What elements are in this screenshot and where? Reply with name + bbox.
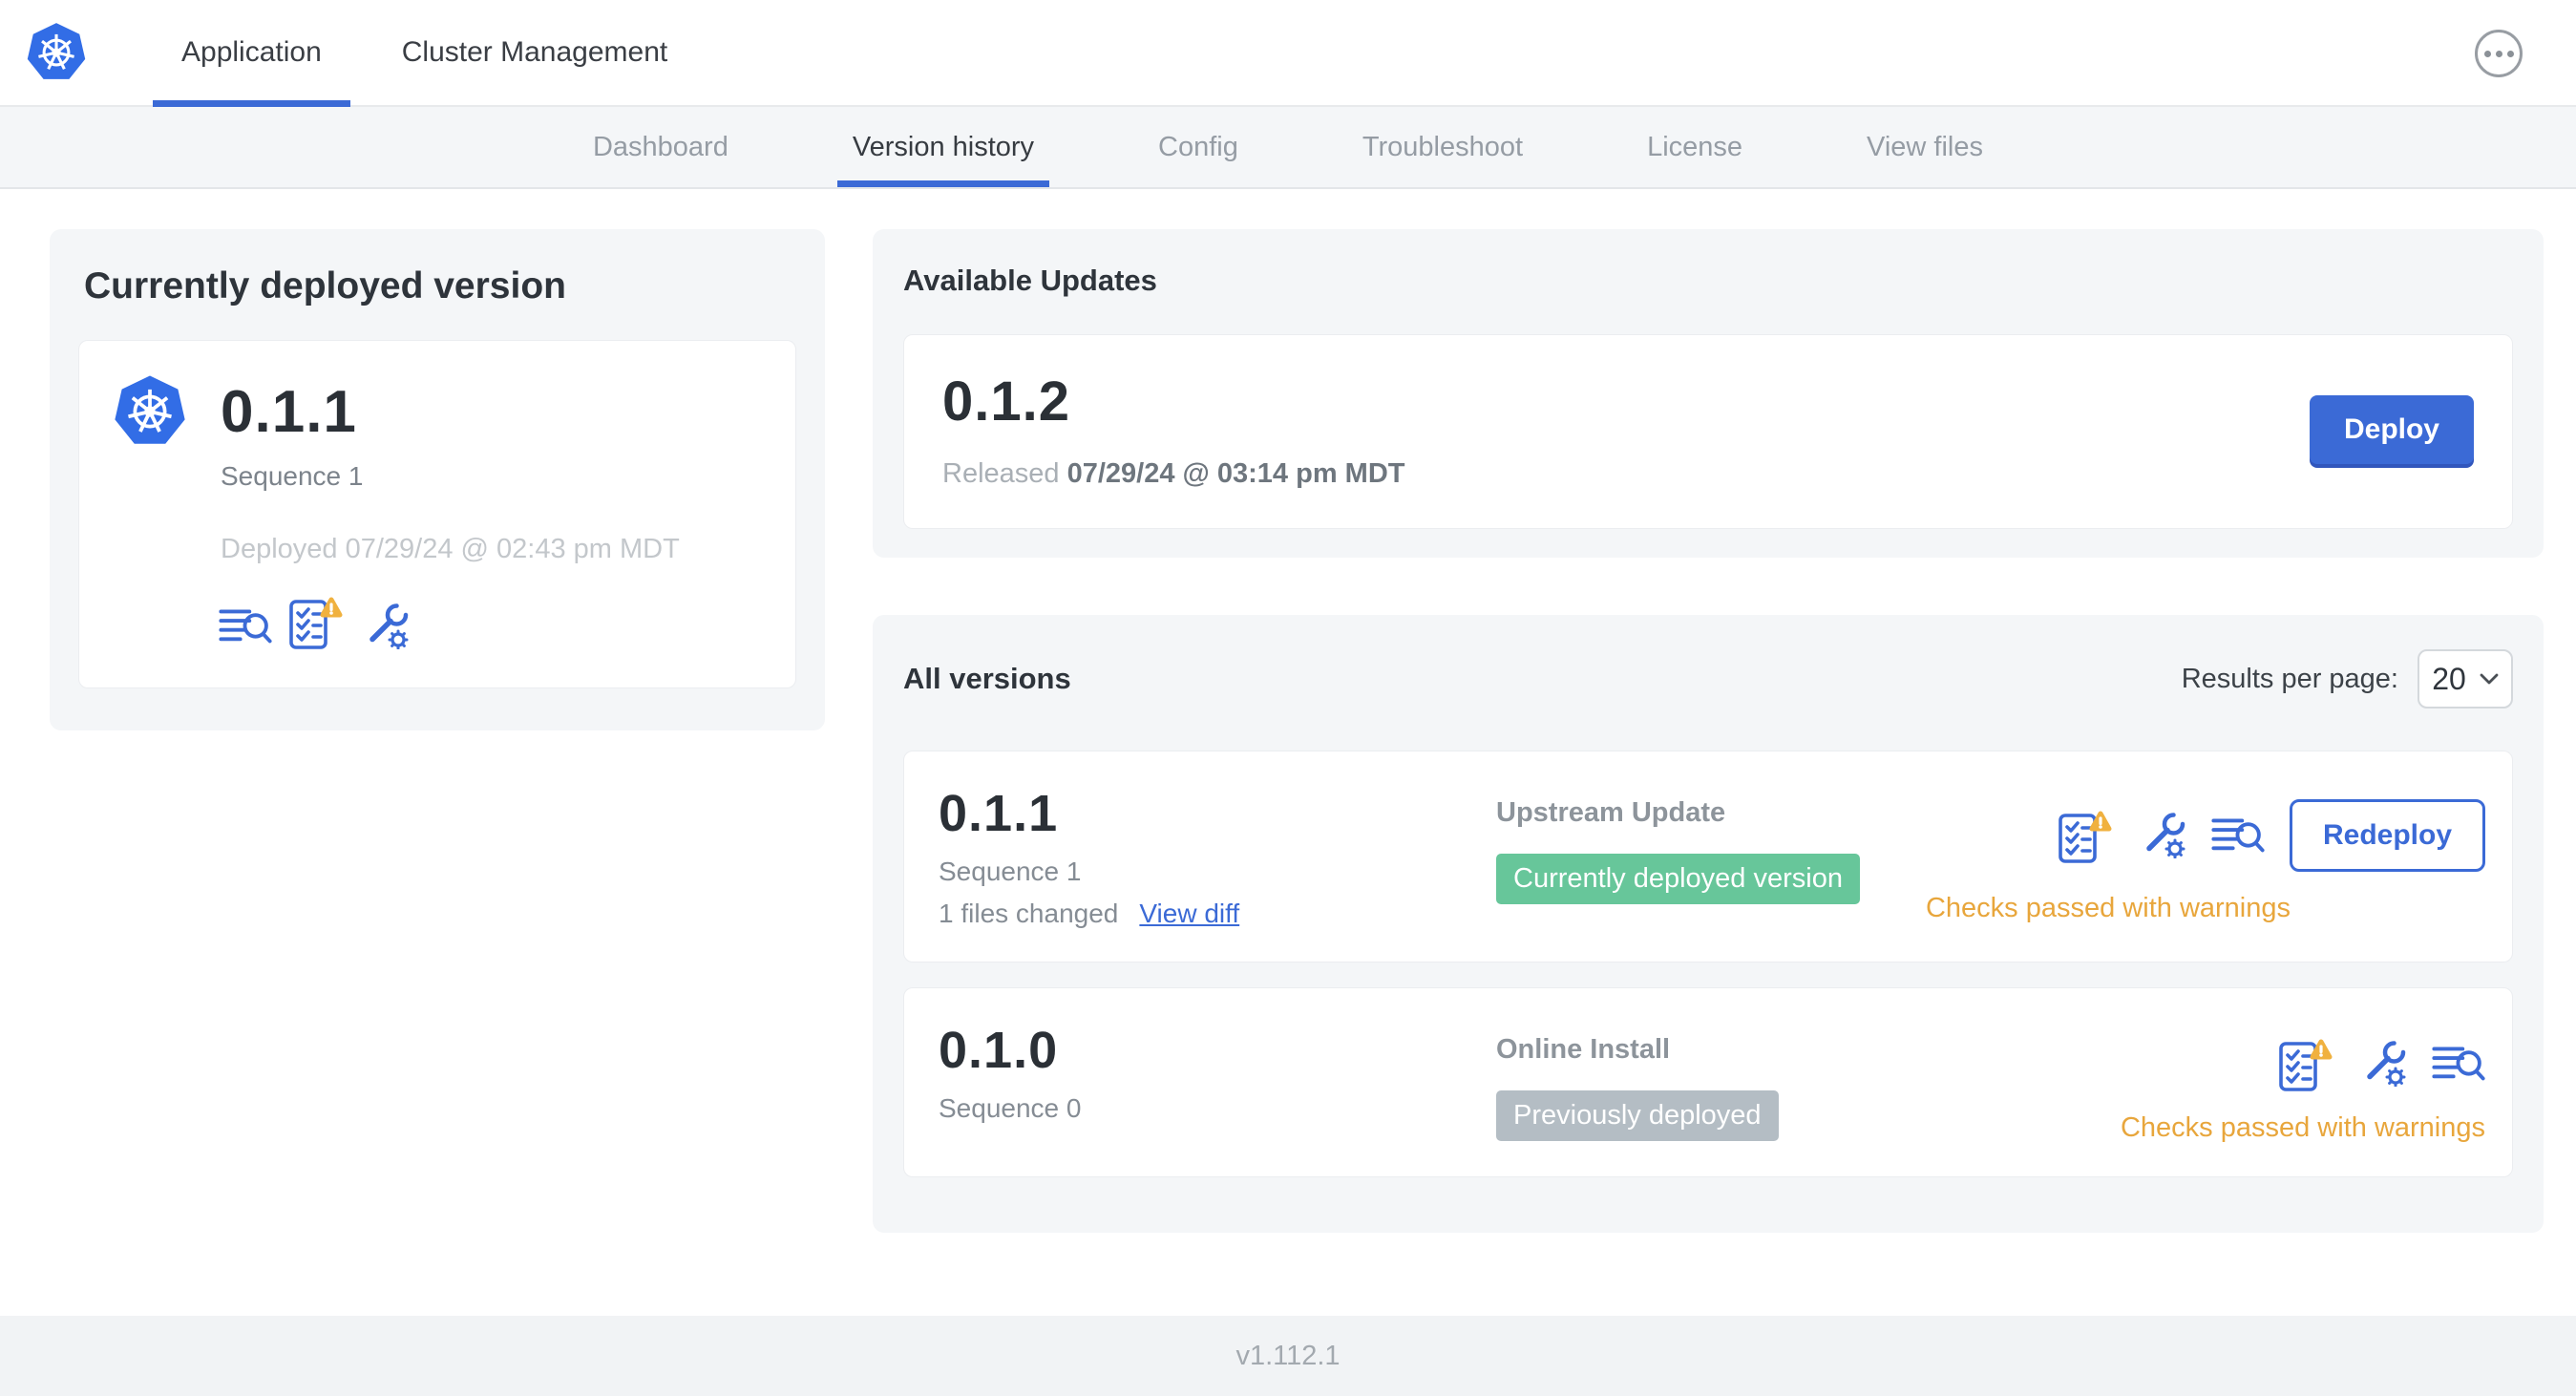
edit-config-icon[interactable] [362, 603, 410, 649]
kubernetes-logo-icon [25, 21, 88, 84]
all-versions-title: All versions [903, 662, 1071, 695]
update-released-timestamp: Released 07/29/24 @ 03:14 pm MDT [942, 458, 1405, 489]
tab-troubleshoot[interactable]: Troubleshoot [1362, 107, 1523, 187]
results-per-page-label: Results per page: [2181, 663, 2398, 694]
results-per-page-select[interactable]: 20 [2418, 649, 2513, 709]
diff-icon[interactable] [219, 604, 272, 649]
preflight-checks-warning-icon[interactable] [289, 594, 345, 649]
edit-config-icon[interactable] [2359, 1041, 2407, 1087]
tab-config[interactable]: Config [1158, 107, 1238, 187]
deploy-button[interactable]: Deploy [2309, 395, 2474, 464]
app-footer: v1.112.1 [0, 1316, 2576, 1396]
row-version-number: 0.1.1 [939, 785, 1059, 842]
view-diff-link[interactable]: View diff [1139, 899, 1239, 929]
available-updates-panel: Available Updates 0.1.2 Released 07/29/2… [873, 229, 2544, 558]
available-updates-title: Available Updates [903, 264, 1157, 297]
preflight-checks-warning-icon[interactable] [2279, 1036, 2334, 1091]
app-logo [0, 0, 88, 105]
results-per-page-value: 20 [2432, 661, 2466, 696]
app-header: Application Cluster Management [0, 0, 2576, 107]
tab-application-label: Application [181, 36, 322, 68]
right-column: Available Updates 0.1.2 Released 07/29/2… [873, 229, 2544, 1233]
edit-config-icon[interactable] [2139, 813, 2186, 858]
admin-console-page: Application Cluster Management Dashboard… [0, 0, 2576, 1396]
currently-deployed-panel: Currently deployed version 0.1.1 Sequenc… [50, 229, 825, 730]
available-update-card: 0.1.2 Released 07/29/24 @ 03:14 pm MDT D… [903, 334, 2513, 529]
row-source: Upstream Update [1496, 797, 1726, 828]
tab-version-history[interactable]: Version history [836, 107, 1050, 187]
tab-cluster-management[interactable]: Cluster Management [362, 0, 707, 105]
app-level-tabs: Application Cluster Management [141, 0, 707, 107]
all-versions-panel: All versions Results per page: 20 0.1.1 … [873, 615, 2544, 1233]
row-version-number: 0.1.0 [939, 1022, 1059, 1079]
currently-deployed-title: Currently deployed version [84, 265, 566, 307]
diff-icon[interactable] [2211, 814, 2265, 858]
current-version-number: 0.1.1 [221, 378, 357, 445]
current-version-sequence: Sequence 1 [221, 461, 364, 491]
update-version-number: 0.1.2 [942, 370, 1070, 433]
version-row-0-1-1: 0.1.1 Sequence 1 1 files changed View di… [903, 751, 2513, 962]
row-sequence: Sequence 0 [939, 1093, 1082, 1123]
main-content: Currently deployed version 0.1.1 Sequenc… [0, 189, 2576, 1316]
row-sequence: Sequence 1 [939, 857, 1082, 886]
row-source: Online Install [1496, 1034, 1671, 1065]
diff-icon[interactable] [2432, 1042, 2485, 1087]
tab-cluster-management-label: Cluster Management [401, 36, 668, 68]
tab-dashboard[interactable]: Dashboard [593, 107, 728, 187]
currently-deployed-card: 0.1.1 Sequence 1 Deployed 07/29/24 @ 02:… [78, 340, 796, 688]
app-subnav: Dashboard Version history Config Trouble… [0, 107, 2576, 189]
chevron-down-icon [2480, 673, 2499, 685]
currently-deployed-badge: Currently deployed version [1496, 854, 1860, 904]
tab-view-files[interactable]: View files [1867, 107, 1983, 187]
row-files-changed: 1 files changed [939, 899, 1119, 928]
ellipsis-icon [2483, 50, 2491, 57]
redeploy-button[interactable]: Redeploy [2289, 799, 2485, 872]
previously-deployed-badge: Previously deployed [1496, 1090, 1779, 1141]
tab-license[interactable]: License [1647, 107, 1742, 187]
preflight-status-text: Checks passed with warnings [1925, 893, 2291, 923]
current-version-deployed-timestamp: Deployed 07/29/24 @ 02:43 pm MDT [221, 534, 680, 564]
kubernetes-app-icon [112, 373, 188, 450]
preflight-status-text: Checks passed with warnings [2120, 1112, 2485, 1143]
results-per-page: Results per page: 20 [2182, 649, 2513, 709]
current-version-actions [219, 594, 763, 649]
preflight-checks-warning-icon[interactable] [2059, 808, 2114, 863]
console-version: v1.112.1 [1235, 1340, 1341, 1371]
version-row-0-1-0: 0.1.0 Sequence 0 Online Install Previous… [903, 987, 2513, 1177]
tab-application[interactable]: Application [141, 0, 362, 107]
more-options-button[interactable] [2475, 30, 2523, 77]
